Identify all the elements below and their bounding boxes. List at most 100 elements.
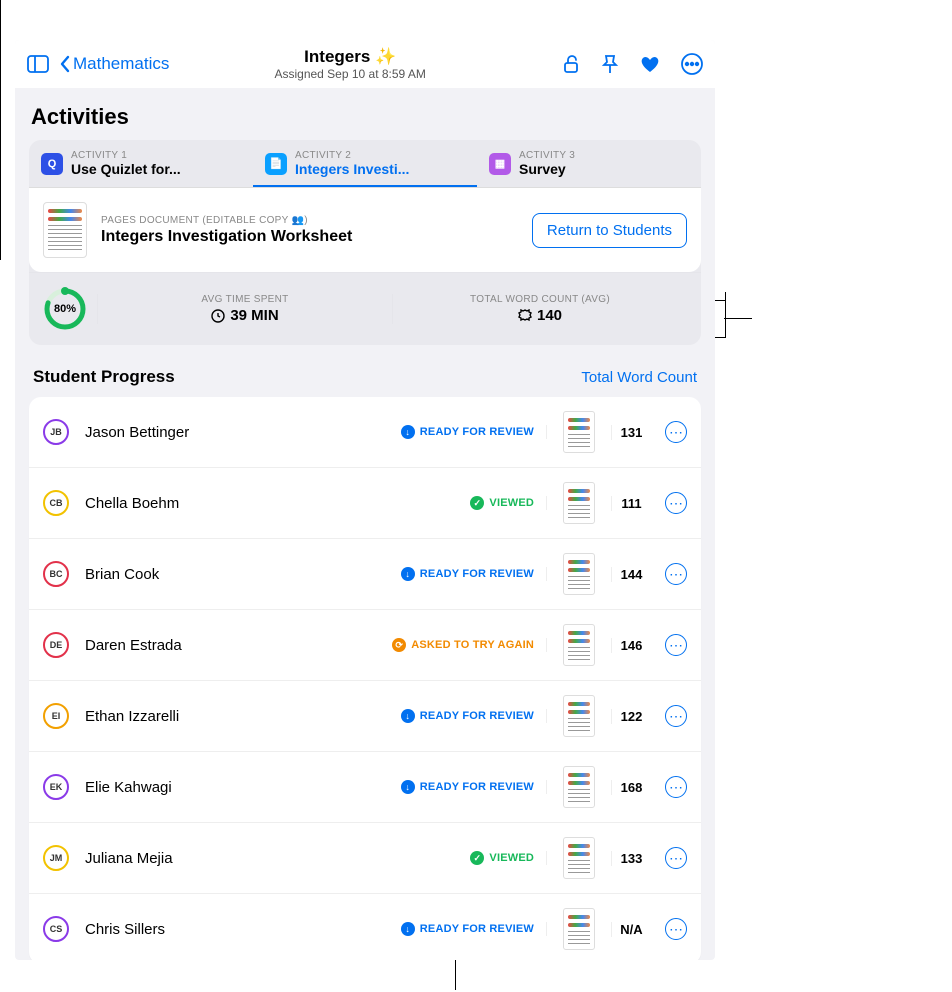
- student-row[interactable]: EK Elie Kahwagi ↓ READY FOR REVIEW 168 ⋯: [29, 752, 701, 823]
- sidebar-toggle-icon[interactable]: [27, 55, 49, 73]
- submission-thumbnail[interactable]: [563, 553, 595, 595]
- row-more-button[interactable]: ⋯: [665, 634, 687, 656]
- stats-row: 80% AVG TIME SPENT 39 MIN TOTAL WORD COU…: [29, 272, 701, 345]
- submission-thumbnail[interactable]: [563, 411, 595, 453]
- student-avatar: CB: [43, 490, 69, 516]
- student-name: Chella Boehm: [85, 495, 466, 512]
- status-badge: ↓ READY FOR REVIEW: [401, 709, 547, 723]
- student-name: Juliana Mejia: [85, 850, 466, 867]
- avg-time-stat: AVG TIME SPENT 39 MIN: [97, 294, 392, 324]
- student-name: Chris Sillers: [85, 921, 397, 938]
- content-area: Activities Q ACTIVITY 1 Use Quizlet for.…: [15, 88, 715, 960]
- student-avatar: BC: [43, 561, 69, 587]
- unlock-icon[interactable]: [561, 54, 581, 74]
- pin-icon[interactable]: [601, 54, 619, 74]
- activity-tab-label: Survey: [519, 161, 575, 177]
- activity-tab-label: Integers Investi...: [295, 161, 409, 177]
- student-name: Brian Cook: [85, 566, 397, 583]
- activity-tab-3[interactable]: ▦ ACTIVITY 3 Survey: [477, 140, 701, 187]
- total-word-count-link[interactable]: Total Word Count: [581, 369, 697, 386]
- activities-card: Q ACTIVITY 1 Use Quizlet for... 📄 ACTIVI…: [29, 140, 701, 345]
- submission-thumbnail[interactable]: [563, 482, 595, 524]
- word-count-cell: N/A: [611, 922, 651, 937]
- word-count-value: 140: [403, 307, 677, 324]
- status-badge: ↓ READY FOR REVIEW: [401, 567, 547, 581]
- student-avatar: JM: [43, 845, 69, 871]
- nav-actions: [561, 53, 703, 75]
- activity-tab-eyebrow: ACTIVITY 2: [295, 150, 409, 161]
- word-count-cell: 111: [611, 496, 651, 511]
- student-progress-header: Student Progress Total Word Count: [29, 359, 701, 397]
- word-count-cell: 146: [611, 638, 651, 653]
- student-row[interactable]: CB Chella Boehm ✓ VIEWED 111 ⋯: [29, 468, 701, 539]
- row-more-button[interactable]: ⋯: [665, 492, 687, 514]
- student-row[interactable]: JM Juliana Mejia ✓ VIEWED 133 ⋯: [29, 823, 701, 894]
- status-dot-icon: ⟳: [392, 638, 406, 652]
- row-more-button[interactable]: ⋯: [665, 563, 687, 585]
- callout-line: [0, 0, 1, 260]
- row-more-button[interactable]: ⋯: [665, 421, 687, 443]
- activity-tab-2[interactable]: 📄 ACTIVITY 2 Integers Investi...: [253, 140, 477, 187]
- status-label: VIEWED: [489, 852, 534, 864]
- student-avatar: JB: [43, 419, 69, 445]
- word-count-cell: 131: [611, 425, 651, 440]
- submission-thumbnail[interactable]: [563, 837, 595, 879]
- callout-line: [725, 292, 726, 338]
- student-row[interactable]: BC Brian Cook ↓ READY FOR REVIEW 144 ⋯: [29, 539, 701, 610]
- progress-ring: 80%: [43, 287, 87, 331]
- activity-tab-eyebrow: ACTIVITY 1: [71, 150, 181, 161]
- student-row[interactable]: DE Daren Estrada ⟳ ASKED TO TRY AGAIN 14…: [29, 610, 701, 681]
- status-badge: ✓ VIEWED: [470, 496, 547, 510]
- student-row[interactable]: EI Ethan Izzarelli ↓ READY FOR REVIEW 12…: [29, 681, 701, 752]
- return-to-students-button[interactable]: Return to Students: [532, 213, 687, 248]
- document-thumbnail[interactable]: [43, 202, 87, 258]
- word-count-cell: 144: [611, 567, 651, 582]
- submission-thumbnail[interactable]: [563, 624, 595, 666]
- page-subtitle: Assigned Sep 10 at 8:59 AM: [145, 67, 555, 81]
- callout-line: [724, 318, 752, 319]
- activity-tab-eyebrow: ACTIVITY 3: [519, 150, 575, 161]
- status-label: VIEWED: [489, 497, 534, 509]
- activity-tab-label: Use Quizlet for...: [71, 161, 181, 177]
- activity-tab-1[interactable]: Q ACTIVITY 1 Use Quizlet for...: [29, 140, 253, 187]
- activity-tab-icon: ▦: [489, 153, 511, 175]
- nav-bar: Mathematics Integers ✨ Assigned Sep 10 a…: [15, 40, 715, 88]
- heart-icon[interactable]: [639, 54, 661, 74]
- submission-thumbnail[interactable]: [563, 766, 595, 808]
- more-icon[interactable]: [681, 53, 703, 75]
- badge-icon: [518, 309, 532, 323]
- status-badge: ⟳ ASKED TO TRY AGAIN: [392, 638, 547, 652]
- row-more-button[interactable]: ⋯: [665, 776, 687, 798]
- word-count-cell: 122: [611, 709, 651, 724]
- avg-time-value: 39 MIN: [108, 307, 382, 324]
- status-dot-icon: ✓: [470, 496, 484, 510]
- activity-tabs: Q ACTIVITY 1 Use Quizlet for... 📄 ACTIVI…: [29, 140, 701, 187]
- status-dot-icon: ↓: [401, 567, 415, 581]
- status-label: ASKED TO TRY AGAIN: [411, 639, 534, 651]
- student-name: Daren Estrada: [85, 637, 388, 654]
- clock-icon: [211, 309, 225, 323]
- student-name: Ethan Izzarelli: [85, 708, 397, 725]
- row-more-button[interactable]: ⋯: [665, 705, 687, 727]
- status-badge: ↓ READY FOR REVIEW: [401, 780, 547, 794]
- document-info: PAGES DOCUMENT (EDITABLE COPY 👥) Integer…: [101, 215, 518, 246]
- student-avatar: DE: [43, 632, 69, 658]
- status-label: READY FOR REVIEW: [420, 568, 534, 580]
- submission-thumbnail[interactable]: [563, 695, 595, 737]
- page-title: Integers ✨: [145, 47, 555, 67]
- student-row[interactable]: CS Chris Sillers ↓ READY FOR REVIEW N/A …: [29, 894, 701, 960]
- status-label: READY FOR REVIEW: [420, 923, 534, 935]
- activity-tab-icon: Q: [41, 153, 63, 175]
- student-row[interactable]: JB Jason Bettinger ↓ READY FOR REVIEW 13…: [29, 397, 701, 468]
- status-badge: ✓ VIEWED: [470, 851, 547, 865]
- avg-time-label: AVG TIME SPENT: [108, 294, 382, 305]
- submission-thumbnail[interactable]: [563, 908, 595, 950]
- status-badge: ↓ READY FOR REVIEW: [401, 425, 547, 439]
- student-list: JB Jason Bettinger ↓ READY FOR REVIEW 13…: [29, 397, 701, 960]
- word-count-cell: 133: [611, 851, 651, 866]
- row-more-button[interactable]: ⋯: [665, 847, 687, 869]
- progress-percent: 80%: [54, 303, 76, 315]
- status-label: READY FOR REVIEW: [420, 781, 534, 793]
- row-more-button[interactable]: ⋯: [665, 918, 687, 940]
- status-dot-icon: ↓: [401, 709, 415, 723]
